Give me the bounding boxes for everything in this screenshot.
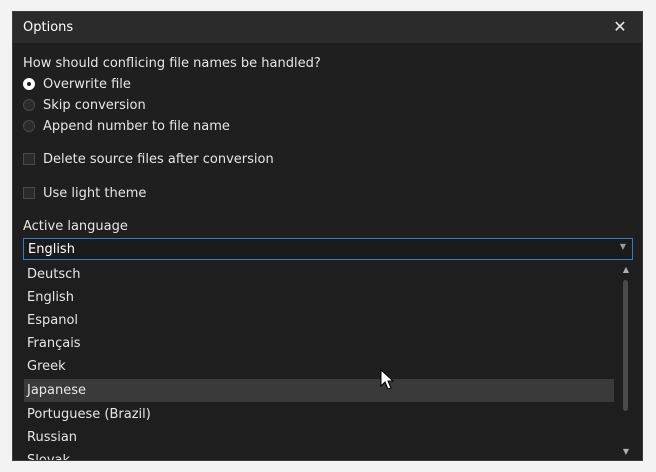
radio-label: Overwrite file (43, 76, 131, 92)
language-label: Active language (23, 219, 128, 234)
radio-skip-conversion[interactable]: Skip conversion (23, 96, 146, 114)
checkbox-label: Delete source files after conversion (43, 151, 274, 167)
radio-append-number[interactable]: Append number to file name (23, 117, 230, 135)
scroll-up-arrow-icon[interactable]: ▲ (619, 263, 633, 277)
radio-label: Skip conversion (43, 97, 146, 113)
close-button[interactable]: ✕ (606, 14, 634, 40)
language-option-slovak[interactable]: Slovak (24, 449, 614, 460)
language-selected-value: English (28, 242, 75, 257)
language-option-greek[interactable]: Greek (24, 355, 614, 378)
language-option-japanese[interactable]: Japanese (24, 379, 614, 402)
language-select[interactable]: English ▼ (23, 238, 633, 260)
language-dropdown-list: Deutsch English Espanol Français Greek J… (23, 261, 633, 460)
checkbox-delete-source[interactable]: Delete source files after conversion (23, 150, 274, 168)
checkbox[interactable] (23, 187, 35, 199)
mouse-cursor-icon (380, 369, 395, 390)
dropdown-scrollbar[interactable]: ▲ ▼ (619, 261, 633, 460)
dialog-title: Options (23, 20, 74, 35)
radio-button[interactable] (23, 78, 35, 90)
chevron-down-icon: ▼ (619, 242, 626, 251)
language-option-francais[interactable]: Français (24, 332, 614, 355)
language-option-russian[interactable]: Russian (24, 426, 614, 449)
scroll-down-arrow-icon[interactable]: ▼ (619, 445, 633, 459)
language-option-english[interactable]: English (24, 286, 614, 309)
radio-button[interactable] (23, 120, 35, 132)
checkbox-label: Use light theme (43, 185, 147, 201)
title-bar: Options ✕ (13, 12, 642, 43)
radio-overwrite-file[interactable]: Overwrite file (23, 75, 131, 93)
checkbox-light-theme[interactable]: Use light theme (23, 184, 146, 202)
conflict-question: How should conflicing file names be hand… (23, 56, 321, 71)
radio-button[interactable] (23, 99, 35, 111)
language-option-portuguese-brazil[interactable]: Portuguese (Brazil) (24, 403, 614, 426)
language-option-espanol[interactable]: Espanol (24, 309, 614, 332)
language-option-deutsch[interactable]: Deutsch (24, 263, 614, 286)
checkbox[interactable] (23, 153, 35, 165)
close-icon: ✕ (613, 17, 627, 36)
options-dialog: Options ✕ How should conflicing file nam… (12, 11, 643, 461)
radio-label: Append number to file name (43, 118, 230, 134)
scrollbar-thumb[interactable] (623, 280, 628, 411)
